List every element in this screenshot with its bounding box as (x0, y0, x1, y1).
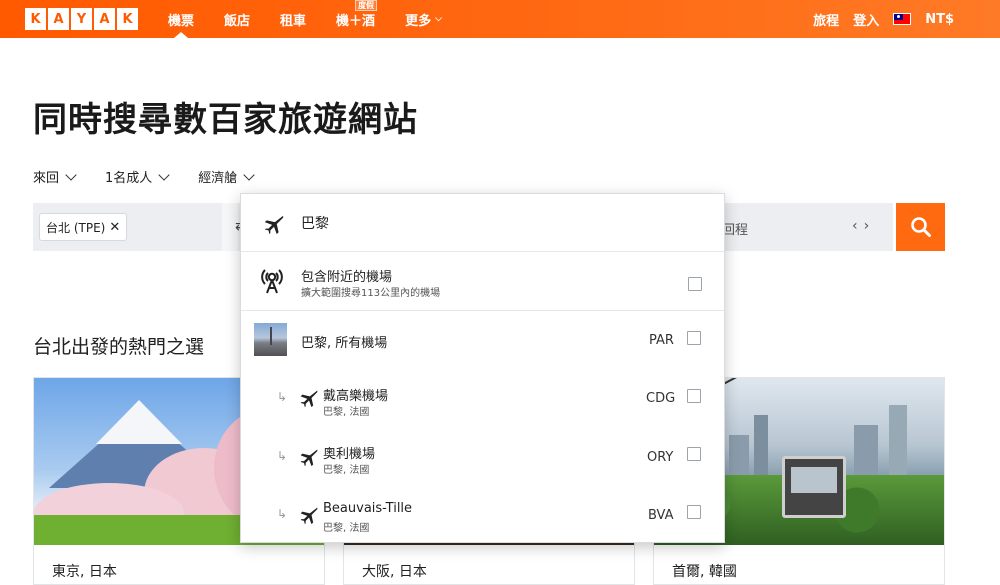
include-nearby-airports-row[interactable]: 包含附近的機場 擴大範圍搜尋113公里內的機場 (241, 253, 724, 311)
main-nav: 機票 飯店 租車 機＋酒 度假 更多 ⌵ (168, 0, 472, 38)
travelers-selector[interactable]: 1名成人 (105, 167, 170, 186)
logo-letter: Y (71, 8, 92, 30)
destination-input[interactable] (301, 212, 681, 234)
nav-more[interactable]: 更多 ⌵ (405, 0, 442, 38)
city-name: 巴黎, 所有機場 (301, 336, 388, 351)
airport-checkbox[interactable] (687, 505, 701, 519)
kayak-logo[interactable]: K A Y A K (25, 8, 138, 30)
logo-letter: A (94, 8, 115, 30)
destination-input-row (241, 194, 724, 252)
trip-type-label: 來回 (33, 171, 60, 186)
cable-car-shape (782, 456, 846, 518)
city-checkbox[interactable] (687, 331, 701, 345)
nav-packages[interactable]: 機＋酒 度假 (336, 0, 378, 38)
remove-origin-icon[interactable]: ✕ (109, 220, 120, 235)
chevron-right-icon[interactable]: › (864, 218, 876, 234)
nearby-checkbox[interactable] (688, 277, 702, 291)
nearby-title: 包含附近的機場 (301, 270, 393, 285)
origin-field[interactable]: 台北 (TPE) ✕ (33, 203, 219, 251)
chevron-down-icon (158, 168, 170, 181)
currency-selector[interactable]: NT$ (925, 12, 954, 27)
popular-section-title: 台北出發的熱門之選 (33, 336, 205, 358)
plane-icon (264, 215, 284, 235)
airport-code: BVA (648, 508, 674, 523)
destination-caption: 首爾, 韓國 (672, 564, 737, 580)
plane-icon (300, 449, 318, 467)
chevron-down-icon (65, 168, 77, 181)
destination-autocomplete-dropdown: 包含附近的機場 擴大範圍搜尋113公里內的機場 巴黎, 所有機場 PAR ↳ 戴… (240, 193, 725, 543)
travelers-label: 1名成人 (105, 171, 153, 186)
sub-item-arrow-icon: ↳ (277, 390, 288, 404)
trip-type-selector[interactable]: 來回 (33, 167, 77, 186)
airport-row-ory[interactable]: ↳ 奧利機場 巴黎, 法國 ORY (241, 428, 724, 486)
cabin-class-selector[interactable]: 經濟艙 (198, 167, 255, 186)
origin-chip: 台北 (TPE) ✕ (39, 213, 128, 241)
snow-cap-shape (96, 400, 182, 444)
search-button[interactable] (896, 203, 945, 251)
account-nav: 旅程 登入 NT$ (813, 0, 954, 38)
search-options: 來回 1名成人 經濟艙 (33, 167, 255, 186)
airport-name: 戴高樂機場 (323, 389, 389, 404)
origin-chip-label: 台北 (TPE) (46, 220, 106, 235)
nearby-radar-icon (261, 269, 283, 294)
taiwan-flag-icon[interactable] (893, 13, 912, 25)
chevron-down-icon: ⌵ (435, 14, 442, 24)
logo-letter: K (25, 8, 46, 30)
nav-hotels-label: 飯店 (224, 13, 251, 29)
plane-icon (300, 507, 318, 525)
city-all-airports-row[interactable]: 巴黎, 所有機場 PAR (241, 312, 724, 370)
sub-item-arrow-icon: ↳ (277, 449, 288, 463)
chevron-left-icon[interactable]: ‹ (852, 218, 864, 234)
nav-more-label: 更多 (405, 13, 432, 29)
cable-line (713, 378, 909, 390)
nav-cars-label: 租車 (280, 13, 307, 29)
city-code: PAR (649, 333, 674, 348)
airport-location: 巴黎, 法國 (323, 407, 370, 418)
airport-location: 巴黎, 法國 (323, 523, 370, 534)
nav-packages-label: 機＋酒 (336, 13, 376, 29)
airport-checkbox[interactable] (687, 447, 701, 461)
airport-checkbox[interactable] (687, 389, 701, 403)
airport-code: CDG (646, 391, 676, 406)
destination-caption: 大阪, 日本 (362, 564, 427, 580)
return-date-label: 回程 (722, 223, 749, 238)
destination-caption: 東京, 日本 (52, 564, 117, 580)
date-stepper[interactable]: ‹› (852, 218, 875, 234)
airport-name: 奧利機場 (323, 447, 376, 462)
search-icon (910, 217, 931, 237)
nav-cars[interactable]: 租車 (280, 0, 306, 38)
airport-location: 巴黎, 法國 (323, 465, 370, 476)
nearby-subtitle: 擴大範圍搜尋113公里內的機場 (301, 288, 441, 299)
nav-flights[interactable]: 機票 (168, 0, 194, 38)
logo-letter: A (48, 8, 69, 30)
top-navigation-bar: K A Y A K 機票 飯店 租車 機＋酒 度假 更多 ⌵ 旅程 登入 NT$ (0, 0, 1000, 38)
trips-link[interactable]: 旅程 (813, 10, 839, 29)
airport-row-cdg[interactable]: ↳ 戴高樂機場 巴黎, 法國 CDG (241, 370, 724, 428)
plane-icon (300, 390, 318, 408)
cabin-class-label: 經濟艙 (198, 171, 238, 186)
chevron-down-icon (243, 168, 255, 181)
login-link[interactable]: 登入 (853, 10, 879, 29)
nav-hotels[interactable]: 飯店 (224, 0, 250, 38)
nav-flights-label: 機票 (168, 13, 195, 29)
page-title: 同時搜尋數百家旅遊網站 (33, 100, 418, 140)
sub-item-arrow-icon: ↳ (277, 507, 288, 521)
airport-name: Beauvais-Tille (323, 501, 413, 516)
airport-row-bva[interactable]: ↳ Beauvais-Tille 巴黎, 法國 BVA (241, 486, 724, 544)
airport-code: ORY (647, 450, 674, 465)
packages-badge: 度假 (355, 0, 378, 11)
paris-thumbnail (254, 323, 287, 356)
logo-letter: K (117, 8, 138, 30)
